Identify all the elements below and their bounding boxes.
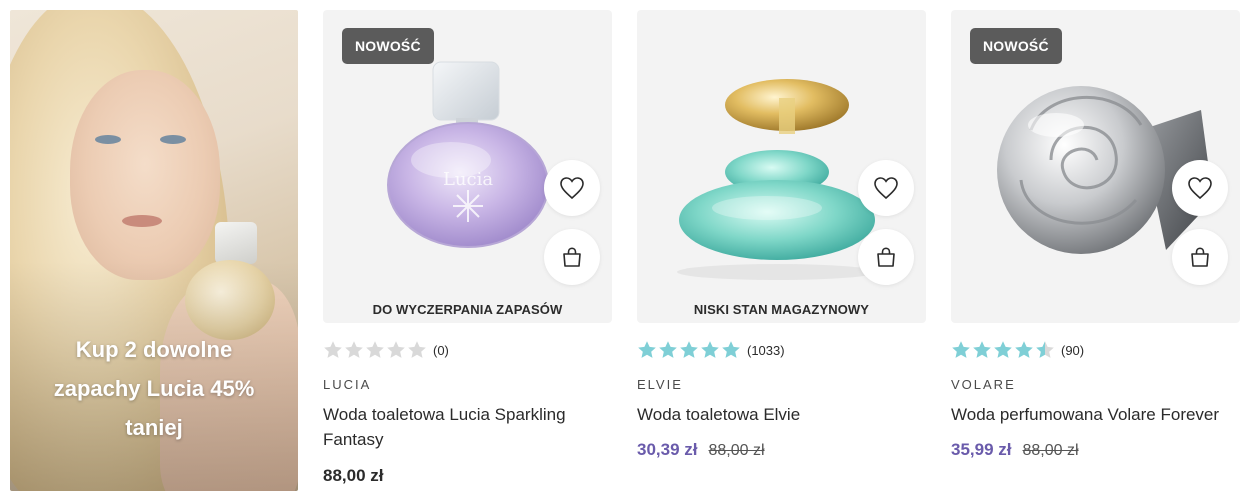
old-price: 88,00 zł <box>1022 442 1079 459</box>
star-icon <box>324 341 342 358</box>
add-to-wishlist-button[interactable] <box>1172 160 1228 216</box>
product-brand[interactable]: LUCIA <box>323 377 371 392</box>
price-row: 30,39 zł 88,00 zł <box>637 440 765 460</box>
star-icon <box>952 341 970 358</box>
rating: (90) <box>951 339 1084 361</box>
new-badge: NOWOŚĆ <box>970 28 1062 64</box>
shopping-bag-icon <box>1191 247 1209 267</box>
add-to-cart-button[interactable] <box>544 229 600 285</box>
star-icon <box>659 341 677 358</box>
model-eye <box>160 135 186 144</box>
add-to-wishlist-button[interactable] <box>858 160 914 216</box>
shopping-bag-icon <box>877 247 895 267</box>
promo-banner[interactable]: Kup 2 dowolne zapachy Lucia 45% taniej <box>10 10 298 491</box>
rating-count: (0) <box>433 342 449 358</box>
product-card[interactable]: Lucia NOWOŚĆ DO WYCZERPANIA ZAPASÓW (0) … <box>323 10 612 497</box>
star-icon <box>1015 341 1033 358</box>
star-icon <box>345 341 363 358</box>
star-icon <box>1036 341 1054 358</box>
add-to-cart-button[interactable] <box>1172 229 1228 285</box>
product-title[interactable]: Woda perfumowana Volare Forever <box>951 402 1236 427</box>
product-image[interactable]: NOWOŚĆ <box>951 10 1240 323</box>
price: 88,00 zł <box>323 466 384 485</box>
product-card[interactable]: NISKI STAN MAGAZYNOWY (1033) ELVIE Woda … <box>637 10 926 497</box>
heart-icon <box>874 177 898 200</box>
star-icon <box>701 341 719 358</box>
new-badge: NOWOŚĆ <box>342 28 434 64</box>
sale-price: 35,99 zł <box>951 440 1012 459</box>
star-icon <box>722 341 740 358</box>
star-icon <box>680 341 698 358</box>
product-brand[interactable]: VOLARE <box>951 377 1016 392</box>
old-price: 88,00 zł <box>708 442 765 459</box>
rating: (0) <box>323 339 449 361</box>
price-row: 35,99 zł 88,00 zł <box>951 440 1079 460</box>
product-image[interactable]: Lucia NOWOŚĆ DO WYCZERPANIA ZAPASÓW <box>323 10 612 323</box>
star-icon <box>408 341 426 358</box>
stock-label: DO WYCZERPANIA ZAPASÓW <box>372 302 563 317</box>
sale-price: 30,39 zł <box>637 440 698 459</box>
rating: (1033) <box>637 339 785 361</box>
product-title[interactable]: Woda toaletowa Elvie <box>637 402 922 427</box>
add-to-wishlist-button[interactable] <box>544 160 600 216</box>
star-icon <box>973 341 991 358</box>
heart-icon <box>560 177 584 200</box>
perfume-bottle-cap <box>215 222 257 264</box>
product-title[interactable]: Woda toaletowa Lucia Sparkling Fantasy <box>323 402 608 452</box>
promo-text: Kup 2 dowolne zapachy Lucia 45% taniej <box>53 337 255 440</box>
model-lips <box>122 215 162 227</box>
star-icon <box>638 341 656 358</box>
product-image[interactable]: NISKI STAN MAGAZYNOWY <box>637 10 926 323</box>
product-card[interactable]: NOWOŚĆ (90) VOLARE Woda perfumowana Vola… <box>951 10 1240 497</box>
heart-icon <box>1188 177 1212 200</box>
rating-count: (1033) <box>747 342 785 358</box>
shopping-bag-icon <box>563 247 581 267</box>
rating-count: (90) <box>1061 342 1085 358</box>
star-icon <box>387 341 405 358</box>
svg-text:Lucia: Lucia <box>443 169 493 190</box>
product-brand[interactable]: ELVIE <box>637 377 683 392</box>
stock-label: NISKI STAN MAGAZYNOWY <box>693 302 870 317</box>
model-face <box>70 70 220 280</box>
star-icon <box>366 341 384 358</box>
star-icon <box>994 341 1012 358</box>
model-eye <box>95 135 121 144</box>
price-row: 88,00 zł <box>323 466 384 486</box>
add-to-cart-button[interactable] <box>858 229 914 285</box>
